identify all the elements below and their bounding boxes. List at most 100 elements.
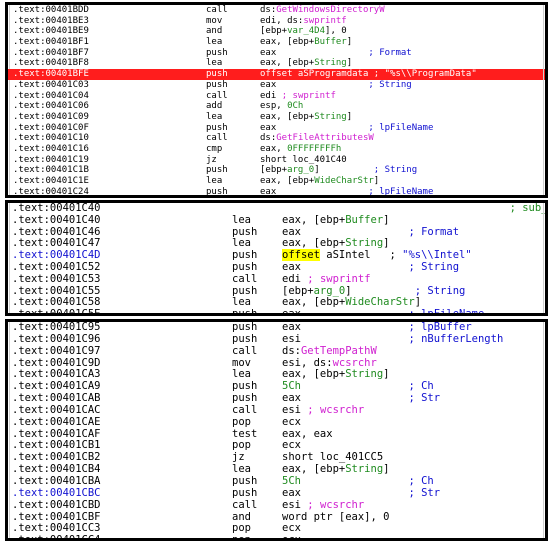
comment: ; Ch xyxy=(408,474,434,487)
instruction-row[interactable]: .text:00401C24 push eax ; lpFileName xyxy=(8,187,545,195)
instruction-address: .text:00401C19 xyxy=(13,154,89,165)
instruction-row[interactable]: .text:00401C0F push eax ; lpFileName xyxy=(8,123,545,134)
instruction-row[interactable]: .text:00401C25 lea eax, [ebp+String] xyxy=(8,197,545,198)
instruction-row[interactable]: .text:00401BDD call ds:GetWindowsDirectory… xyxy=(8,5,545,16)
operand-text: [ebp+ xyxy=(260,165,288,176)
instruction-address: .text:00401C25 xyxy=(13,197,89,198)
instruction-row[interactable]: .text:00401C10 call ds:GetFileAttributesW xyxy=(8,133,545,144)
instruction-row[interactable]: .text:00401CAC call esi ; wcsrchr xyxy=(8,403,545,417)
instruction-row[interactable]: .text:00401BE9 and [ebp+var_4D4], 0 xyxy=(8,26,545,37)
operand-text: [ebp+ xyxy=(260,26,288,37)
function-ref: GetTempPathW xyxy=(300,344,377,357)
instruction-mnemonic: pop xyxy=(232,415,251,428)
comment: ; String xyxy=(408,260,460,273)
instruction-address: .text:00401C1B xyxy=(13,165,89,176)
operand-text: esp, xyxy=(260,101,288,112)
operand-text: aSIntel ; xyxy=(319,249,403,262)
operand-text: eax, [ebp+ xyxy=(282,463,346,476)
operand-text: eax xyxy=(282,392,409,405)
instruction-operands: short loc_401C40 xyxy=(260,155,347,166)
disasm-block-2[interactable]: .text:00401C40 ; sub_401B5F+D7↑j.text:00… xyxy=(5,200,548,316)
instruction-address: .text:00401CAE xyxy=(12,415,101,428)
instruction-row[interactable]: .text:00401BE3 mov edi, ds:swprintf xyxy=(8,16,545,27)
comment: ; String xyxy=(414,284,466,297)
operand-text: ] xyxy=(345,284,415,297)
instruction-mnemonic: mov xyxy=(206,15,223,26)
instruction-mnemonic: call xyxy=(232,344,258,357)
instruction-mnemonic: push xyxy=(206,47,228,58)
instruction-operands: edi ; swprintf xyxy=(260,91,336,102)
instruction-address: .text:00401C04 xyxy=(13,90,89,101)
instruction-row[interactable]: .text:00401CBD call esi ; wcsrchr xyxy=(8,498,545,512)
instruction-mnemonic: lea xyxy=(206,58,223,69)
variable-ref: Buffer xyxy=(314,37,347,48)
operand-text: edi, ds: xyxy=(260,15,304,26)
instruction-row[interactable]: .text:00401C03 push eax ; String xyxy=(8,80,545,91)
highlighted-instruction-row[interactable]: .text:00401BFE push offset aSProgramdata ;… xyxy=(8,69,545,80)
instruction-row[interactable]: .text:00401CC4 pop ecx xyxy=(8,534,545,538)
operand-text: ] xyxy=(373,176,380,186)
instruction-row[interactable]: .text:00401C40 lea eax, [ebp+Buffer] xyxy=(8,213,545,227)
operand-text: eax, [ebp+ xyxy=(282,213,346,226)
instruction-operands: esp, 0Ch xyxy=(260,101,303,112)
instruction-mnemonic: call xyxy=(232,272,258,285)
operand-text: eax xyxy=(260,79,369,90)
instruction-operands: offset aSProgramdata ; "%s\\ProgramData" xyxy=(260,69,477,80)
instruction-row[interactable]: .text:00401C16 cmp eax, 0FFFFFFFFh xyxy=(8,144,545,155)
instruction-address: .text:00401C52 xyxy=(12,260,101,273)
instruction-row[interactable]: .text:00401CBC push eax ; Str xyxy=(8,487,545,500)
comment: ; lpBuffer xyxy=(408,321,472,333)
function-ref: ; wcsrchr xyxy=(307,403,365,416)
instruction-row[interactable]: .text:00401C5E push eax ; lpFileName xyxy=(8,308,545,316)
disasm-block-3[interactable]: .text:00401C95 push eax ; lpBuffer .text:00… xyxy=(5,319,548,541)
variable-ref: String xyxy=(345,368,384,381)
instruction-row[interactable]: .text:00401C52 push eax ; String xyxy=(8,260,545,274)
operand-text: short loc_401C40 xyxy=(260,154,347,165)
instruction-mnemonic: jz xyxy=(206,154,217,165)
operand-text: edi xyxy=(282,272,308,285)
variable-ref: var_4D4 xyxy=(287,26,326,37)
instruction-address: .text:00401CAC xyxy=(12,403,101,416)
function-ref: ; swprintf xyxy=(281,90,336,101)
comment: ; nBufferLength xyxy=(408,332,504,345)
instruction-mnemonic: push xyxy=(232,260,258,273)
instruction-address: .text:00401BF8 xyxy=(13,58,89,69)
instruction-address: .text:00401C16 xyxy=(13,143,89,154)
function-ref: GetFileAttributesW xyxy=(276,133,374,144)
instruction-row[interactable]: .text:00401C1E lea eax, [ebp+WideCharStr] xyxy=(8,176,545,187)
instruction-row[interactable]: .text:00401C04 call edi ; swprintf xyxy=(8,91,545,102)
instruction-mnemonic: call xyxy=(232,498,258,511)
instruction-row[interactable]: .text:00401BF1 lea eax, [ebp+Buffer] xyxy=(8,37,545,48)
instruction-row[interactable]: .text:00401BF7 push eax ; Format xyxy=(8,48,545,59)
instruction-address: .text:00401C5E xyxy=(12,308,101,316)
comment: ; Format xyxy=(368,47,412,58)
instruction-row[interactable]: .text:00401C96 push esi ; nBufferLength xyxy=(8,332,545,346)
operand-text: ] xyxy=(383,237,390,250)
operand-text xyxy=(301,475,408,487)
instruction-row[interactable]: .text:00401CAE pop ecx xyxy=(8,415,545,429)
instruction-address: .text:00401C97 xyxy=(12,344,101,357)
instruction-address: .text:00401BF7 xyxy=(13,47,89,58)
instruction-operands: ds:GetFileAttributesW xyxy=(260,133,374,144)
instruction-mnemonic: call xyxy=(206,5,228,15)
instruction-operands: eax ; Format xyxy=(260,48,412,59)
instruction-row[interactable]: .text:00401C1B push [ebp+arg_0] ; String xyxy=(8,165,545,176)
comment: ; Str xyxy=(408,392,441,405)
instruction-row[interactable]: .text:00401C19 jz short loc_401C40 xyxy=(8,155,545,166)
instruction-row[interactable]: .text:00401C09 lea eax, [ebp+String] xyxy=(8,112,545,123)
instruction-mnemonic: push xyxy=(206,122,228,133)
instruction-operands: eax ; lpFileName xyxy=(260,123,433,134)
variable-ref: String xyxy=(314,58,347,69)
operand-text: ] xyxy=(346,58,353,69)
instruction-address: .text:00401C0F xyxy=(13,122,89,133)
operand-text: eax, [ebp+ xyxy=(260,197,314,198)
instruction-row[interactable]: .text:00401C97 call ds:GetTempPathW xyxy=(8,344,545,358)
disasm-block-1[interactable]: .text:00401BDD call ds:GetWindowsDirectory… xyxy=(5,2,548,198)
instruction-row[interactable]: .text:00401C06 add esp, 0Ch xyxy=(8,101,545,112)
operand-text: eax xyxy=(260,47,369,58)
instruction-mnemonic: push xyxy=(206,165,228,176)
comment: ; String xyxy=(373,165,418,176)
comment: ; lpFileName xyxy=(408,308,485,316)
instruction-mnemonic: push xyxy=(232,332,258,345)
instruction-row[interactable]: .text:00401BF8 lea eax, [ebp+String] xyxy=(8,58,545,69)
